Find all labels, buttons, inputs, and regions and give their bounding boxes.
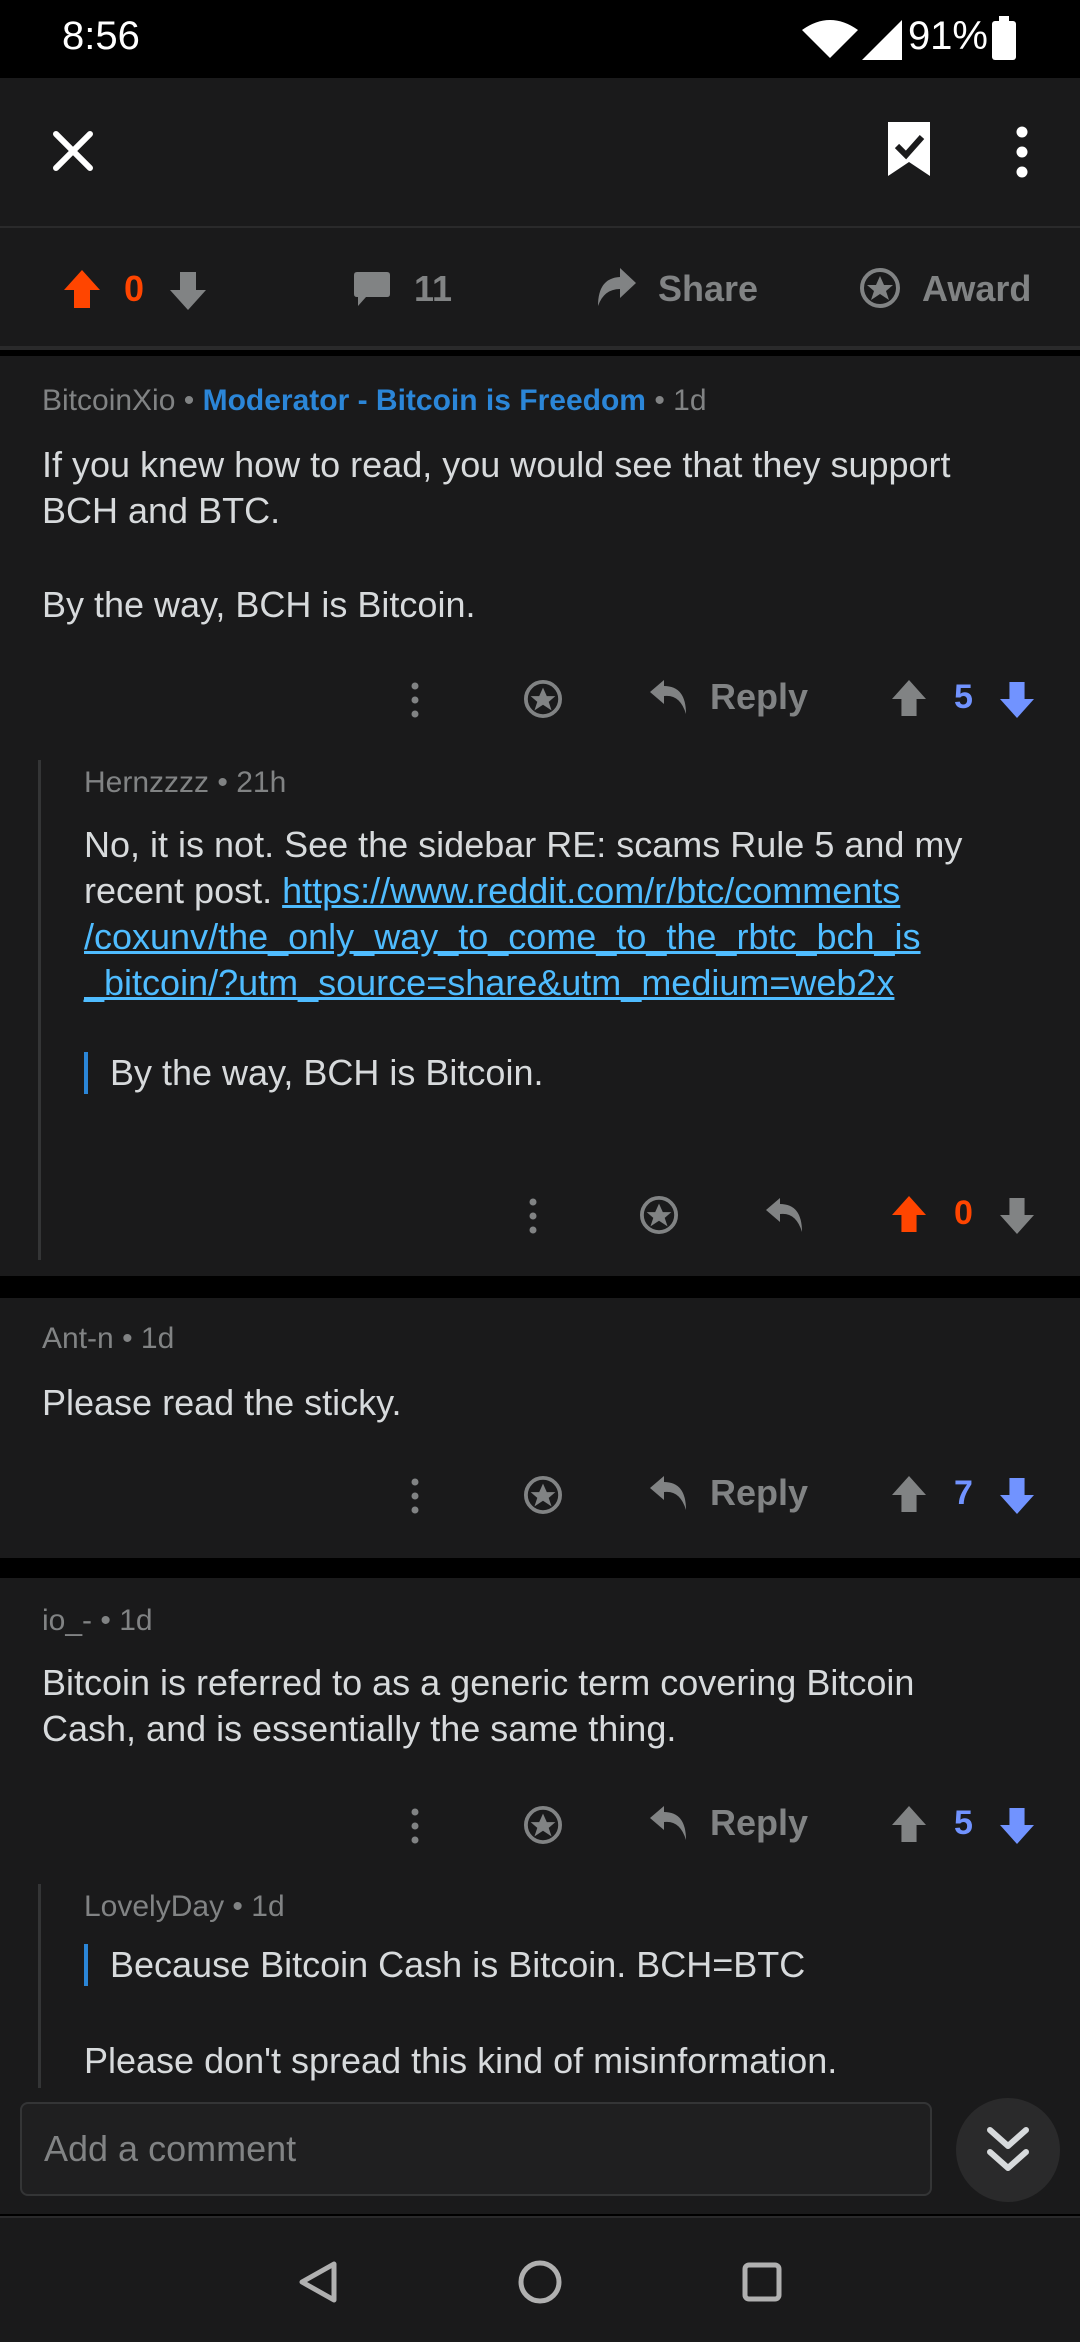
comment-score: 7 xyxy=(954,1474,973,1512)
more-vertical-icon[interactable] xyxy=(1014,126,1030,178)
recents-icon[interactable] xyxy=(742,2262,782,2302)
double-chevron-down-icon xyxy=(987,2127,1029,2171)
downvote-icon[interactable] xyxy=(1000,1808,1034,1844)
award-icon[interactable] xyxy=(860,268,900,308)
comment-age: 1d xyxy=(673,384,707,417)
quote-bar xyxy=(84,1944,88,1986)
upvote-icon[interactable] xyxy=(892,1196,926,1232)
comment-line: No, it is not. See the sidebar RE: scams… xyxy=(84,824,963,865)
award-icon[interactable] xyxy=(640,1196,678,1234)
comment-link[interactable]: _bitcoin/?utm_source=share&utm_medium=we… xyxy=(84,960,1044,1006)
comment-line: BCH and BTC. xyxy=(42,490,281,531)
downvote-icon[interactable] xyxy=(1000,1198,1034,1234)
comment-line: If you knew how to read, you would see t… xyxy=(42,444,951,485)
award-icon[interactable] xyxy=(524,1806,562,1844)
author-flair: Moderator - Bitcoin is Freedom xyxy=(202,384,646,417)
comment-body: Please read the sticky. xyxy=(42,1382,402,1423)
comment-author[interactable]: io_- xyxy=(42,1604,92,1637)
close-icon[interactable] xyxy=(52,130,94,172)
comment-link[interactable]: /coxunv/the_only_way_to_come_to_the_rbtc… xyxy=(84,914,1044,960)
reply-icon[interactable] xyxy=(650,680,688,716)
bookmark-check-icon[interactable] xyxy=(884,120,934,178)
share-button[interactable]: Share xyxy=(658,268,758,310)
post-score: 0 xyxy=(124,268,145,309)
wifi-icon xyxy=(802,20,858,58)
status-bar: 8:56 91% xyxy=(0,0,1080,78)
collapse-comments-button[interactable] xyxy=(956,2098,1060,2202)
comment-thread: Ant-n • 1d Please read the sticky. Reply… xyxy=(0,1298,1080,1558)
share-icon[interactable] xyxy=(596,268,636,306)
comment-composer: Add a comment xyxy=(0,2088,1080,2214)
upvote-icon[interactable] xyxy=(892,1476,926,1512)
reply-button[interactable]: Reply xyxy=(710,1472,808,1514)
reply-icon[interactable] xyxy=(650,1476,688,1512)
downvote-icon[interactable] xyxy=(170,272,206,310)
comment-line: Cash, and is essentially the same thing. xyxy=(42,1708,677,1749)
quote-bar xyxy=(84,1052,88,1094)
comment-age: 1d xyxy=(251,1890,285,1923)
signal-icon xyxy=(862,20,902,60)
reply-button[interactable]: Reply xyxy=(710,1802,808,1844)
award-icon[interactable] xyxy=(524,1476,562,1514)
comment-line: Bitcoin is referred to as a generic term… xyxy=(42,1662,915,1703)
battery-percent: 91% xyxy=(907,14,988,58)
comment-age: 1d xyxy=(140,1322,175,1355)
comment-author[interactable]: LovelyDay xyxy=(84,1890,224,1923)
comment-meta: Hernzzzz • 21h xyxy=(84,766,287,799)
upvote-icon[interactable] xyxy=(892,680,926,716)
comment-score: 0 xyxy=(954,1194,973,1232)
back-icon[interactable] xyxy=(298,2260,338,2304)
more-vertical-icon[interactable] xyxy=(410,682,420,718)
battery-icon xyxy=(992,16,1016,60)
comment-icon[interactable] xyxy=(354,272,390,306)
comment-score: 5 xyxy=(954,678,973,716)
comment-age: 1d xyxy=(119,1604,153,1637)
comment-body: Bitcoin is referred to as a generic term… xyxy=(42,1660,914,1752)
award-icon[interactable] xyxy=(524,680,562,718)
comment-count[interactable]: 11 xyxy=(414,268,452,310)
comment-meta: LovelyDay • 1d xyxy=(84,1890,285,1923)
comment-thread: BitcoinXio • Moderator - Bitcoin is Free… xyxy=(0,356,1080,1276)
post-actions-bar: 0 11 Share Award xyxy=(0,228,1080,350)
comment-author[interactable]: BitcoinXio xyxy=(42,384,175,417)
reply-icon[interactable] xyxy=(766,1198,804,1234)
upvote-icon[interactable] xyxy=(64,270,100,308)
comment-meta: Ant-n • 1d xyxy=(42,1322,175,1355)
upvote-icon[interactable] xyxy=(892,1806,926,1842)
more-vertical-icon[interactable] xyxy=(528,1198,538,1234)
downvote-icon[interactable] xyxy=(1000,682,1034,718)
more-vertical-icon[interactable] xyxy=(410,1478,420,1514)
add-comment-input[interactable]: Add a comment xyxy=(20,2102,932,2196)
status-time: 8:56 xyxy=(62,14,140,58)
comment-age: 21h xyxy=(236,766,287,799)
blockquote: By the way, BCH is Bitcoin. xyxy=(110,1052,544,1093)
reply-button[interactable]: Reply xyxy=(710,676,808,718)
downvote-icon[interactable] xyxy=(1000,1478,1034,1514)
comment-text: recent post. xyxy=(84,870,283,911)
reply-icon[interactable] xyxy=(650,1806,688,1842)
system-nav-bar xyxy=(0,2216,1080,2342)
comment-body: If you knew how to read, you would see t… xyxy=(42,442,951,628)
comment-link[interactable]: https://www.reddit.com/r/btc/comments xyxy=(282,870,900,911)
comment-line: By the way, BCH is Bitcoin. xyxy=(42,584,476,625)
award-button[interactable]: Award xyxy=(922,268,1031,310)
more-vertical-icon[interactable] xyxy=(410,1808,420,1844)
comment-body: No, it is not. See the sidebar RE: scams… xyxy=(84,822,1044,1006)
comment-body: Please don't spread this kind of misinfo… xyxy=(84,2040,838,2081)
comment-thread: io_- • 1d Bitcoin is referred to as a ge… xyxy=(0,1578,1080,2088)
comment-score: 5 xyxy=(954,1804,973,1842)
thread-line[interactable] xyxy=(38,1884,41,2088)
comment-meta: io_- • 1d xyxy=(42,1604,153,1637)
comment-meta: BitcoinXio • Moderator - Bitcoin is Free… xyxy=(42,384,707,417)
comment-author[interactable]: Hernzzzz xyxy=(84,766,209,799)
blockquote: Because Bitcoin Cash is Bitcoin. BCH=BTC xyxy=(110,1944,806,1985)
thread-line[interactable] xyxy=(38,760,41,1260)
home-icon[interactable] xyxy=(518,2260,562,2304)
comment-author[interactable]: Ant-n xyxy=(42,1322,114,1355)
app-header xyxy=(0,78,1080,228)
